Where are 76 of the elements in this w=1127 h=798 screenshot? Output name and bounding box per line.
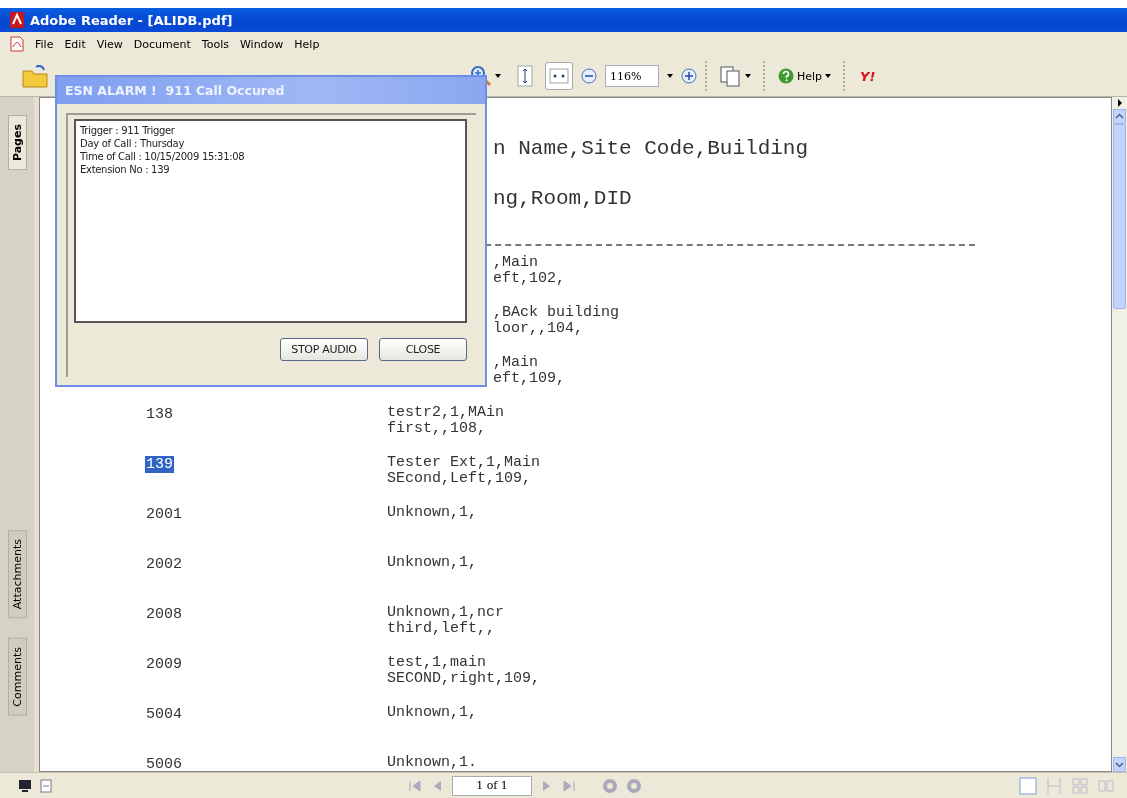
facing-icon[interactable] [1071,776,1089,795]
document-text: Unknown,1,ncr [387,605,505,621]
panel-tab[interactable]: Pages [7,115,27,171]
document-text: ng,Room,DID [493,188,632,210]
extension-text: 2002 [145,556,183,573]
window-title: Adobe Reader - [ALIDB.pdf] [30,12,233,28]
caret-icon[interactable] [667,74,673,78]
menu-item[interactable]: File [35,37,54,51]
panel-tab[interactable]: Comments [7,638,27,716]
caret-icon [495,74,501,78]
app-icon [10,12,24,28]
toolbar-logo[interactable]: Y! [854,68,882,84]
single-page-icon[interactable] [1019,776,1037,795]
document-icon[interactable] [40,778,52,793]
document-text: ,Main [493,255,539,271]
document-text: first,,108, [387,421,488,437]
document-text: SEcond,Left,109, [387,471,533,487]
document-text: ,BAck building [493,305,620,321]
extension-text: 5006 [145,756,183,771]
fit-width-icon[interactable] [549,68,569,84]
last-page-icon[interactable] [562,778,576,793]
scroll-down-icon[interactable] [1113,757,1126,772]
forward-icon[interactable] [626,777,642,794]
help-button[interactable]: Help [774,62,836,90]
scrollbar[interactable] [1112,97,1127,772]
extension-text: 139 [145,456,174,473]
document-text: Unknown,1, [387,555,477,571]
page-number-field[interactable]: 1 of 1 [452,775,532,796]
continuous-icon[interactable] [1045,776,1063,795]
document-text: eft,109, [493,371,565,387]
document-text: Unknown,1. [387,755,477,771]
dialog-title: ESN ALARM ! 911 Call Occured [65,83,285,98]
zoom-in-icon[interactable] [681,68,697,84]
document-text: third,left,, [387,621,497,637]
menu-item[interactable]: View [96,37,123,51]
document-text: Tester Ext,1,Main [387,455,541,471]
menu-item[interactable]: Window [239,37,284,51]
extension-text: 2008 [145,606,183,623]
document-text: Unknown,1, [387,705,477,721]
document-text: testr2,1,MAin [387,405,505,421]
message-line: Trigger : 911 Trigger [80,124,176,137]
monitor-icon[interactable] [18,778,32,793]
document-text: SECOND,right,109, [387,671,541,687]
document-text: loor,,104, [493,321,584,337]
pdf-icon [10,36,24,52]
extension-text: 2001 [145,506,183,523]
help-icon [778,68,794,84]
panel-tab[interactable]: Attachments [7,530,27,619]
scroll-up-icon[interactable] [1113,109,1126,124]
close-button[interactable]: CLOSE [379,338,467,361]
zoom-field[interactable]: 116% [605,65,659,87]
document-text: n Name,Site Code,Building [493,138,809,160]
document-text: ,Main [493,355,539,371]
zoom-out-icon[interactable] [581,68,597,84]
menu-item[interactable]: Document [133,37,191,51]
message-line: Time of Call : 10/15/2009 15:31:08 [80,150,246,163]
extension-text: 138 [145,406,174,423]
message-line: Extension No : 139 [80,163,171,176]
document-text: Unknown,1, [387,505,477,521]
scroll-thumb[interactable] [1113,124,1126,309]
extension-text: 2009 [145,656,183,673]
extension-text: 5004 [145,706,183,723]
stop-audio-button[interactable]: STOP AUDIO [280,338,368,361]
pages-icon [720,65,742,87]
document-text: eft,102, [493,271,565,287]
menu-item[interactable]: Tools [201,37,229,51]
panel-menu-icon[interactable] [1115,97,1124,109]
message-line: Day of Call : Thursday [80,137,186,150]
folder-icon[interactable] [22,64,48,88]
first-page-icon[interactable] [408,778,422,793]
back-icon[interactable] [602,777,618,794]
menu-item[interactable]: Help [294,37,320,51]
caret-icon [745,74,751,78]
menu-item[interactable]: Edit [64,37,86,51]
document-text: test,1,main [387,655,488,671]
caret-icon [825,74,832,78]
